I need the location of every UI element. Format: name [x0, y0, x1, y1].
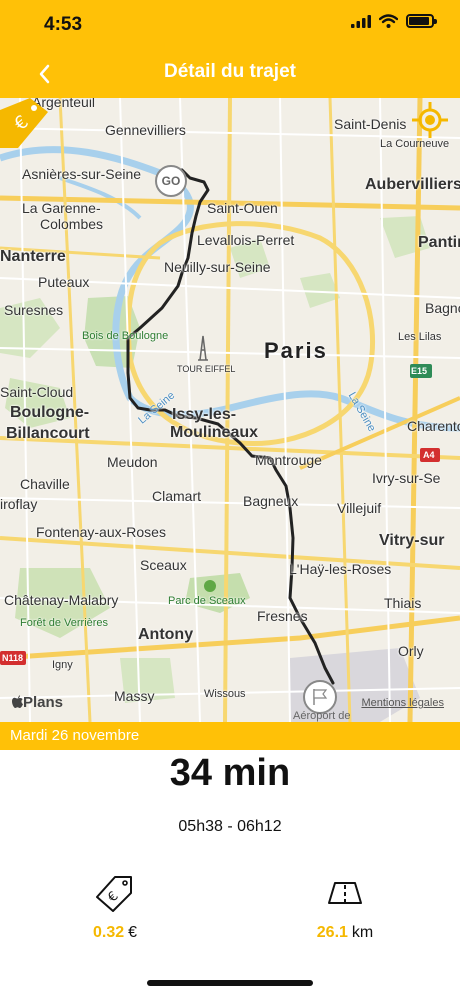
map-label-suresnes: Suresnes [4, 302, 64, 318]
map-label-bagnolet: Bagnolet [425, 300, 460, 316]
status-time: 4:53 [44, 14, 83, 35]
map-label-asnieres: Asnières-sur-Seine [22, 166, 142, 182]
map-label-chaville: Chaville [20, 476, 70, 492]
map-label-lhay: L'Haÿ-les-Roses [289, 561, 392, 577]
trip-date: Mardi 26 novembre [10, 727, 140, 744]
map-label-igny: Igny [52, 659, 73, 671]
map-label-viroflay: iroflay [0, 496, 38, 512]
map-label-bagneux: Bagneux [243, 493, 299, 509]
cost-amount: 0.32 [92, 924, 125, 941]
map-label-boulogne: Boulogne- [10, 404, 90, 421]
price-tag-icon: € [96, 876, 132, 912]
map-label-levallois: Levallois-Perret [197, 232, 295, 248]
road-badge-a4: A4 [423, 450, 435, 460]
map-label-colombes: Colombes [40, 216, 104, 232]
status-icons [351, 14, 437, 28]
date-bar: Mardi 26 novembre [0, 722, 460, 750]
cost-unit: € [128, 924, 138, 941]
cost-value: 0.32 € [45, 924, 185, 942]
map-label-parc-de-sceaux: Parc de Sceaux [168, 595, 246, 607]
map-label-wissous: Wissous [204, 688, 246, 700]
map-label-foret-de-verrieres: Forêt de Verrières [20, 617, 109, 629]
trip-duration: 34 min [169, 752, 291, 794]
map-label-chatenay: Châtenay-Malabry [4, 592, 119, 608]
map-label-orly: Orly [398, 643, 424, 659]
map-label-saint-denis: Saint-Denis [334, 116, 407, 132]
distance-amount: 26.1 [316, 924, 348, 941]
map-label-clamart: Clamart [152, 488, 202, 504]
map-label-bois-de-boulogne: Bois de Boulogne [82, 330, 169, 342]
map-label-neuilly: Neuilly-sur-Seine [164, 259, 271, 275]
map-label-fontenay: Fontenay-aux-Roses [36, 524, 166, 540]
trip-time-range: 05h38 - 06h12 [178, 818, 282, 835]
svg-text:€: € [105, 889, 121, 905]
map-label-saint-ouen: Saint-Ouen [207, 200, 278, 216]
map-label-villejuif: Villejuif [337, 500, 382, 516]
map-label-nanterre: Nanterre [0, 248, 66, 265]
route-map[interactable]: Argenteuil Gennevilliers Saint-Denis La … [0, 98, 460, 722]
apple-logo-icon [12, 695, 23, 708]
legal-notices-link[interactable]: Mentions légales [361, 697, 444, 709]
map-label-saint-cloud: Saint-Cloud [0, 384, 74, 400]
map-label-montrouge: Montrouge [255, 452, 322, 468]
battery-level [409, 17, 429, 25]
map-label-airport: Aéroport de [293, 710, 351, 722]
road-icon [328, 882, 362, 904]
map-label-les-lilas: Les Lilas [398, 331, 442, 343]
home-indicator[interactable] [147, 980, 313, 986]
map-label-sceaux: Sceaux [140, 557, 187, 573]
map-label-tour-eiffel: TOUR EIFFEL [177, 364, 236, 374]
status-bar: 4:53 [0, 0, 460, 48]
map-label-aubervilliers: Aubervilliers [365, 176, 460, 193]
distance-unit: km [351, 924, 374, 941]
distance-value: 26.1 km [275, 924, 415, 942]
page-title: Détail du trajet [164, 61, 296, 82]
map-label-gennevilliers: Gennevilliers [105, 122, 186, 138]
start-marker[interactable]: GO [155, 165, 187, 197]
map-label-puteaux: Puteaux [38, 274, 90, 290]
road-badge-n118: N118 [2, 653, 24, 663]
distance-stat: 26.1 km [275, 873, 415, 942]
map-label-vitry: Vitry-sur [379, 532, 445, 549]
road-badge-e15: E15 [411, 366, 428, 376]
cost-stat: € 0.32 € [45, 873, 185, 942]
maps-attribution-text: Plans [23, 694, 64, 711]
map-label-antony: Antony [138, 626, 194, 643]
map-label-thiais: Thiais [384, 595, 422, 611]
end-marker[interactable] [303, 680, 337, 714]
battery-icon [406, 14, 437, 28]
map-label-meudon: Meudon [107, 454, 158, 470]
map-label-fresnes: Fresnes [257, 608, 308, 624]
flag-icon [313, 689, 328, 705]
map-label-billancourt: Billancourt [6, 425, 90, 442]
map-label-paris: Paris [264, 338, 328, 363]
signal-icon [351, 14, 371, 28]
map-label-la-garenne: La Garenne- [22, 200, 101, 216]
price-tag-icon: € [0, 98, 48, 148]
locate-icon[interactable] [410, 100, 450, 140]
navigation-bar: Détail du trajet [0, 48, 460, 98]
wifi-icon [379, 14, 398, 28]
map-label-massy: Massy [114, 688, 155, 704]
map-label-moulineaux: Moulineaux [170, 424, 259, 441]
maps-attribution: Plans [12, 694, 63, 711]
map-label-charenton: Charenton [407, 418, 460, 434]
map-label-issy: Issy-les- [172, 406, 237, 423]
map-label-pantin: Pantin [418, 234, 460, 251]
map-label-ivry: Ivry-sur-Se [372, 470, 441, 486]
